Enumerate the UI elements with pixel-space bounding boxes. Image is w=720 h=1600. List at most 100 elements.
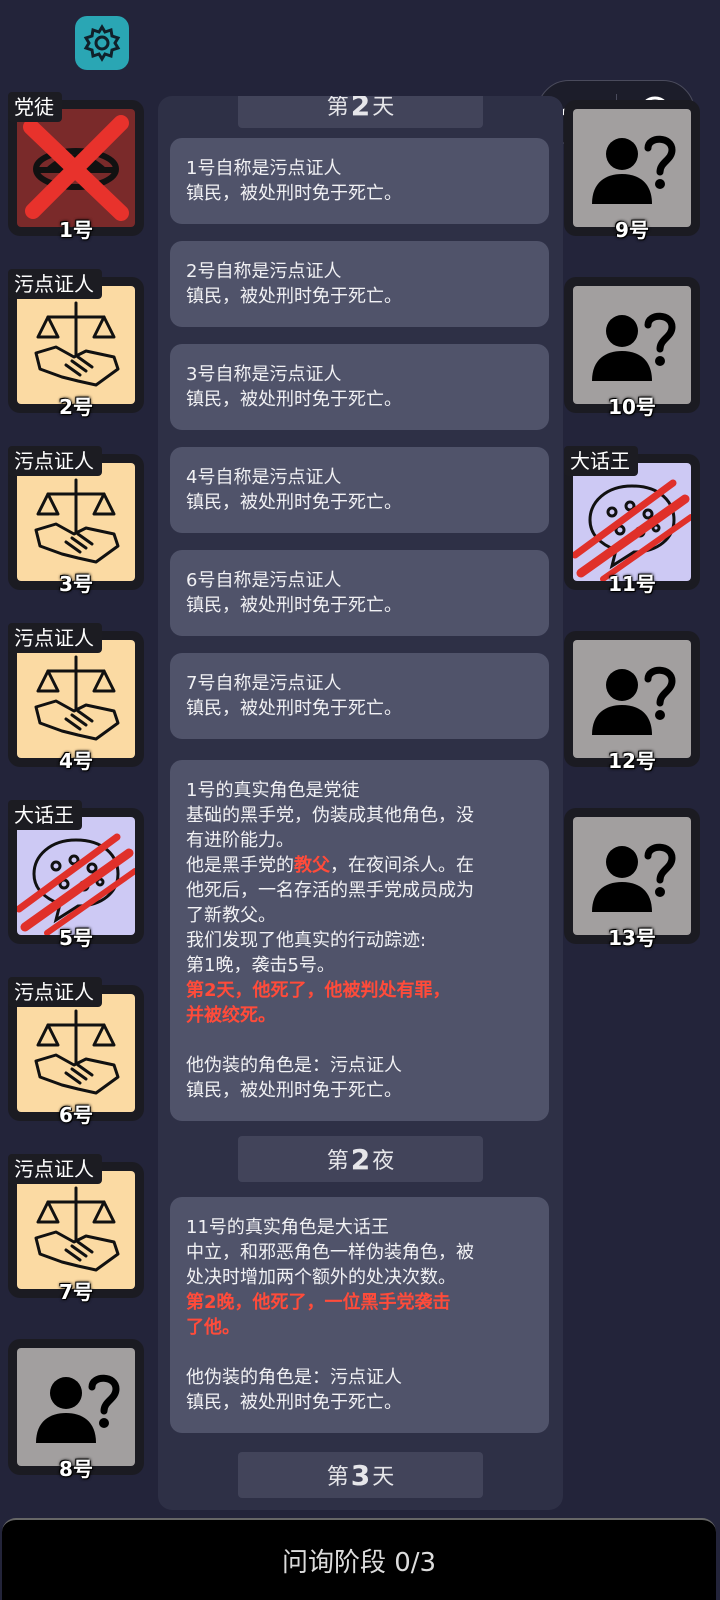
- claim-title: 1号自称是污点证人: [186, 158, 342, 179]
- claim-desc: 镇民，被处刑时免于死亡。: [186, 698, 402, 719]
- player-number: 12号: [608, 749, 656, 773]
- player-number: 13号: [608, 926, 656, 950]
- player-card-2[interactable]: 污点证人 2号: [8, 269, 144, 419]
- player-number: 8号: [59, 1457, 93, 1481]
- player-number: 10号: [608, 395, 656, 419]
- scales-handshake-icon: [34, 478, 120, 564]
- phase-status-bar: 问询阶段 0/3: [2, 1518, 716, 1600]
- role-tag: 污点证人: [8, 446, 102, 476]
- death-text: 了他。: [186, 1317, 240, 1338]
- player-card-11[interactable]: 大话王 11号: [564, 446, 700, 596]
- disguise-desc: 镇民，被处刑时免于死亡。: [186, 1080, 402, 1101]
- scales-handshake-icon: [34, 301, 120, 387]
- gear-icon: [83, 24, 121, 62]
- day-header-post: 天: [372, 1465, 395, 1490]
- claim-title: 6号自称是污点证人: [186, 570, 342, 591]
- claim-desc: 镇民，被处刑时免于死亡。: [186, 286, 402, 307]
- claim-desc: 镇民，被处刑时免于死亡。: [186, 595, 402, 616]
- claim-message: 1号自称是污点证人 镇民，被处刑时免于死亡。: [170, 138, 549, 224]
- disguise-desc: 镇民，被处刑时免于死亡。: [186, 1392, 402, 1413]
- player-portrait: [17, 817, 135, 935]
- player-number: 7号: [59, 1280, 93, 1304]
- reveal-text: 基础的黑手党，伪装成其他角色，没: [186, 805, 474, 826]
- player-number: 3号: [59, 572, 93, 596]
- player-number: 5号: [59, 926, 93, 950]
- player-portrait: [573, 817, 691, 935]
- reveal-title: 11号的真实角色是大话王: [186, 1217, 389, 1238]
- claim-title: 7号自称是污点证人: [186, 673, 342, 694]
- player-portrait: [573, 109, 691, 227]
- claw-slash-icon: [573, 479, 691, 581]
- player-card-1[interactable]: 党徒 1号: [8, 92, 144, 242]
- day-header-pre: 第: [326, 1465, 349, 1490]
- claim-message: 7号自称是污点证人 镇民，被处刑时免于死亡。: [170, 653, 549, 739]
- death-text: 第2天，他死了，他被判处有罪，: [186, 980, 451, 1001]
- player-card-6[interactable]: 污点证人 6号: [8, 977, 144, 1127]
- reveal-text: 有进阶能力。: [186, 830, 294, 851]
- phase-label: 问询阶段 0/3: [281, 1547, 437, 1578]
- player-card-4[interactable]: 污点证人 4号: [8, 623, 144, 773]
- player-card-12[interactable]: 12号: [564, 631, 700, 773]
- disguise-text: 他伪装的角色是：污点证人: [186, 1055, 402, 1076]
- reveal-text: 我们发现了他真实的行动踪迹:: [186, 930, 427, 951]
- unknown-person-icon: [592, 312, 676, 381]
- claim-title: 4号自称是污点证人: [186, 467, 342, 488]
- player-number: 9号: [615, 218, 649, 242]
- reveal-text: 第1晚，袭击5号。: [186, 955, 335, 976]
- player-portrait: [573, 286, 691, 404]
- executed-cross-icon: [23, 115, 129, 221]
- player-number: 4号: [59, 749, 93, 773]
- reveal-title: 1号的真实角色是党徒: [186, 780, 360, 801]
- night-header-post: 夜: [372, 1149, 395, 1174]
- player-portrait: [17, 640, 135, 758]
- unknown-person-icon: [592, 135, 676, 204]
- claim-desc: 镇民，被处刑时免于死亡。: [186, 492, 402, 513]
- player-number: 2号: [59, 395, 93, 419]
- godfather-keyword: 教父: [294, 855, 330, 876]
- day-2-header: 第2天: [238, 96, 483, 128]
- game-log-scroll[interactable]: 第2天 1号自称是污点证人 镇民，被处刑时免于死亡。 2号自称是污点证人 镇民，…: [158, 96, 563, 1510]
- claim-desc: 镇民，被处刑时免于死亡。: [186, 183, 402, 204]
- reveal-text: 了新教父。: [186, 905, 276, 926]
- player-card-7[interactable]: 污点证人 7号: [8, 1154, 144, 1304]
- night-2-header: 第2夜: [238, 1136, 483, 1182]
- player-portrait: [573, 640, 691, 758]
- scales-handshake-icon: [34, 655, 120, 741]
- reveal-text: 处决时增加两个额外的处决次数。: [186, 1267, 456, 1288]
- player-card-8[interactable]: 8号: [8, 1339, 144, 1481]
- reveal-text: 他是黑手党的教父，在夜间杀人。在: [186, 853, 533, 878]
- day-header-post: 天: [372, 96, 395, 120]
- player-card-10[interactable]: 10号: [564, 277, 700, 419]
- claim-message: 6号自称是污点证人 镇民，被处刑时免于死亡。: [170, 550, 549, 636]
- player-portrait: [17, 463, 135, 581]
- day-3-header: 第3天: [238, 1452, 483, 1498]
- reveal-text-post: ，在夜间杀人。在: [330, 855, 474, 876]
- role-tag: 党徒: [8, 92, 62, 122]
- player-card-5[interactable]: 大话王 5号: [8, 800, 144, 950]
- player-card-13[interactable]: 13号: [564, 808, 700, 950]
- day-header-number: 2: [350, 96, 371, 122]
- night-header-pre: 第: [326, 1149, 349, 1174]
- role-tag: 污点证人: [8, 623, 102, 653]
- settings-button[interactable]: [75, 16, 129, 70]
- claim-message: 3号自称是污点证人 镇民，被处刑时免于死亡。: [170, 344, 549, 430]
- claim-message: 4号自称是污点证人 镇民，被处刑时免于死亡。: [170, 447, 549, 533]
- reveal-text: 中立，和邪恶角色一样伪装角色，被: [186, 1242, 474, 1263]
- death-text: 第2晚，他死了，一位黑手党袭击: [186, 1292, 451, 1313]
- unknown-person-icon: [36, 1374, 120, 1443]
- role-tag: 污点证人: [8, 269, 102, 299]
- disguise-text: 他伪装的角色是：污点证人: [186, 1367, 402, 1388]
- day-header-pre: 第: [326, 96, 349, 120]
- scales-handshake-icon: [34, 1186, 120, 1272]
- claw-slash-icon: [17, 833, 135, 935]
- unknown-person-icon: [592, 666, 676, 735]
- game-log-panel[interactable]: 第2天 1号自称是污点证人 镇民，被处刑时免于死亡。 2号自称是污点证人 镇民，…: [158, 96, 563, 1510]
- player-portrait: [17, 994, 135, 1112]
- player-card-3[interactable]: 污点证人 3号: [8, 446, 144, 596]
- player-card-9[interactable]: 9号: [564, 100, 700, 242]
- role-tag: 污点证人: [8, 977, 102, 1007]
- claim-desc: 镇民，被处刑时免于死亡。: [186, 389, 402, 410]
- reveal-message: 11号的真实角色是大话王 中立，和邪恶角色一样伪装角色，被 处决时增加两个额外的…: [170, 1197, 549, 1433]
